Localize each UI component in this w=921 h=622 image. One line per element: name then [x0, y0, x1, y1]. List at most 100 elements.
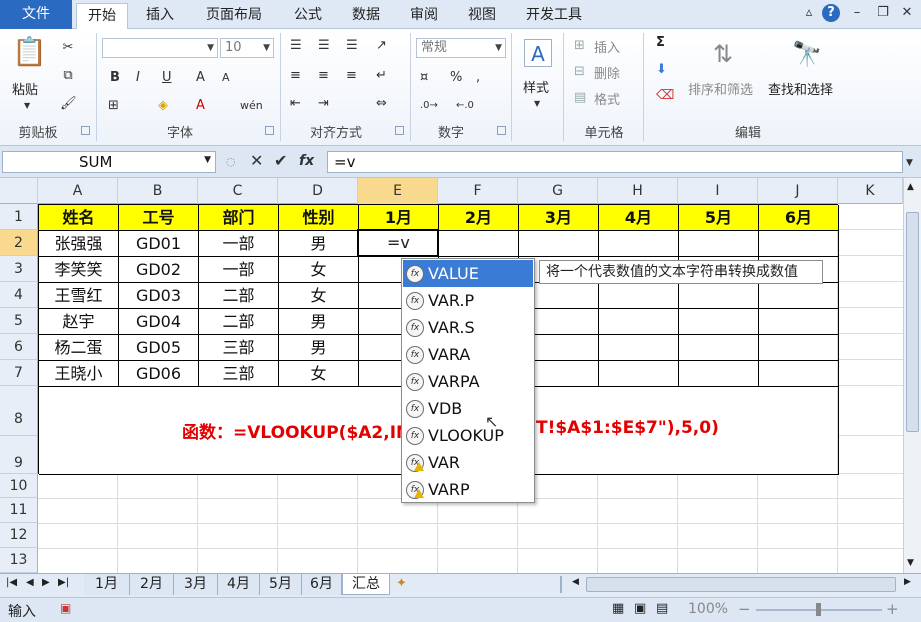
table-cell[interactable]: GD03 — [119, 283, 199, 309]
styles-dropdown-icon[interactable]: ▼ — [534, 95, 540, 113]
clear-icon[interactable]: ⌫ — [656, 87, 674, 105]
table-cell[interactable]: 三部 — [199, 335, 279, 361]
table-cell[interactable] — [679, 231, 759, 257]
vertical-scrollbar[interactable]: ▲ ▼ — [903, 178, 921, 573]
align-top-icon[interactable]: ☰ — [290, 37, 302, 55]
alignment-launcher-icon[interactable] — [395, 126, 404, 135]
format-painter-icon[interactable]: 🖌 — [60, 95, 77, 113]
align-center-icon[interactable]: ≡ — [318, 67, 329, 85]
comma-style-icon[interactable]: , — [476, 69, 480, 87]
row-header[interactable]: 7 — [0, 360, 38, 386]
merge-center-icon[interactable]: ⇔ — [376, 95, 387, 113]
row-header[interactable]: 13 — [0, 548, 38, 573]
autocomplete-item[interactable]: fx VARA — [403, 341, 533, 368]
fill-color-icon[interactable]: ◈ — [158, 97, 168, 115]
minimize-window-icon[interactable]: – — [848, 4, 866, 22]
zoom-in-icon[interactable]: + — [886, 600, 899, 618]
table-cell[interactable]: 赵宇 — [39, 309, 119, 335]
table-cell[interactable] — [679, 283, 759, 309]
table-cell[interactable] — [679, 335, 759, 361]
autocomplete-item[interactable]: fx VAR.P — [403, 287, 533, 314]
orientation-icon[interactable]: ↗ — [376, 37, 387, 55]
formula-bar-expand-chevron-icon[interactable]: ▼ — [906, 154, 913, 172]
autocomplete-item[interactable]: fx VAR — [403, 449, 533, 476]
table-cell[interactable] — [759, 231, 839, 257]
insert-function-icon[interactable]: fx — [299, 152, 314, 170]
number-format-combo[interactable]: 常规 ▼ — [416, 38, 506, 58]
table-cell[interactable]: 女 — [279, 283, 359, 309]
row-header[interactable]: 12 — [0, 523, 38, 548]
page-break-view-icon[interactable]: ▤ — [656, 601, 668, 616]
format-cells-button[interactable]: 格式 — [594, 89, 620, 108]
table-cell[interactable]: 二部 — [199, 309, 279, 335]
autocomplete-item[interactable]: fx VALUE — [403, 260, 533, 287]
increase-decimal-icon[interactable]: .0→ — [420, 97, 438, 115]
tab-view[interactable]: 视图 — [456, 3, 508, 29]
sheet-tab[interactable]: 5月 — [260, 574, 302, 595]
row-header[interactable]: 6 — [0, 334, 38, 360]
table-cell[interactable]: 女 — [279, 361, 359, 387]
table-cell[interactable]: 男 — [279, 231, 359, 257]
table-cell[interactable]: 三部 — [199, 361, 279, 387]
tab-home[interactable]: 开始 — [76, 3, 128, 29]
row-header[interactable]: 4 — [0, 282, 38, 308]
decrease-decimal-icon[interactable]: ←.0 — [456, 97, 474, 115]
tab-split-handle[interactable] — [560, 576, 562, 593]
column-header[interactable]: D — [278, 178, 358, 204]
fill-icon[interactable]: ⬇ — [656, 61, 667, 79]
delete-cells-icon[interactable]: ⊟ — [574, 63, 585, 81]
help-icon[interactable]: ? — [822, 4, 840, 22]
first-sheet-icon[interactable]: |◀ — [6, 577, 17, 588]
table-cell[interactable] — [599, 283, 679, 309]
autocomplete-item[interactable]: fx VAR.S — [403, 314, 533, 341]
styles-icon[interactable]: A — [524, 39, 552, 67]
tab-developer[interactable]: 开发工具 — [514, 3, 594, 29]
paste-icon[interactable]: 📋 — [12, 35, 47, 69]
autocomplete-item[interactable]: fx VARPA — [403, 368, 533, 395]
header-cell[interactable]: 3月 — [519, 205, 599, 231]
scroll-up-icon[interactable]: ▲ — [907, 182, 914, 192]
table-cell[interactable] — [599, 361, 679, 387]
formula-input[interactable]: =v — [327, 151, 903, 173]
horizontal-scroll-thumb[interactable] — [586, 577, 896, 592]
table-cell[interactable] — [519, 231, 599, 257]
currency-icon[interactable]: ¤ — [420, 69, 428, 87]
table-cell[interactable]: 女 — [279, 257, 359, 283]
percent-icon[interactable]: % — [450, 69, 462, 87]
paste-dropdown-icon[interactable]: ▼ — [24, 97, 30, 115]
name-box[interactable]: SUM ▼ — [2, 151, 216, 173]
column-header[interactable]: I — [678, 178, 758, 204]
find-select-button[interactable]: 查找和选择 — [768, 79, 833, 98]
tab-review[interactable]: 审阅 — [398, 3, 450, 29]
table-cell[interactable] — [759, 309, 839, 335]
table-cell[interactable]: 一部 — [199, 257, 279, 283]
row-header[interactable]: 2 — [0, 230, 38, 256]
header-cell[interactable]: 5月 — [679, 205, 759, 231]
tab-page-layout[interactable]: 页面布局 — [192, 3, 276, 29]
font-size-combo[interactable]: 10 ▼ — [220, 38, 274, 58]
table-cell[interactable] — [599, 231, 679, 257]
cancel-entry-icon[interactable]: ✕ — [250, 152, 263, 170]
paste-button[interactable]: 粘贴 — [12, 79, 38, 98]
table-cell[interactable] — [599, 335, 679, 361]
column-header[interactable]: J — [758, 178, 838, 204]
font-color-icon[interactable]: A — [196, 97, 205, 115]
table-cell[interactable] — [599, 309, 679, 335]
decrease-indent-icon[interactable]: ⇤ — [290, 95, 301, 113]
zoom-out-icon[interactable]: − — [738, 600, 751, 618]
close-window-icon[interactable]: ✕ — [898, 4, 916, 22]
table-cell[interactable]: 张强强 — [39, 231, 119, 257]
table-cell[interactable]: 二部 — [199, 283, 279, 309]
table-cell[interactable]: 男 — [279, 335, 359, 361]
header-cell[interactable]: 工号 — [119, 205, 199, 231]
align-bottom-icon[interactable]: ☰ — [346, 37, 358, 55]
row-header[interactable]: 1 — [0, 204, 38, 230]
column-header[interactable]: C — [198, 178, 278, 204]
last-sheet-icon[interactable]: ▶| — [58, 577, 69, 588]
font-name-combo[interactable]: ▼ — [102, 38, 218, 58]
name-box-dropdown-icon[interactable]: ▼ — [204, 155, 211, 165]
header-cell[interactable]: 性别 — [279, 205, 359, 231]
autosum-button[interactable]: Σ — [656, 35, 665, 50]
align-middle-icon[interactable]: ☰ — [318, 37, 330, 55]
row-header[interactable]: 5 — [0, 308, 38, 334]
